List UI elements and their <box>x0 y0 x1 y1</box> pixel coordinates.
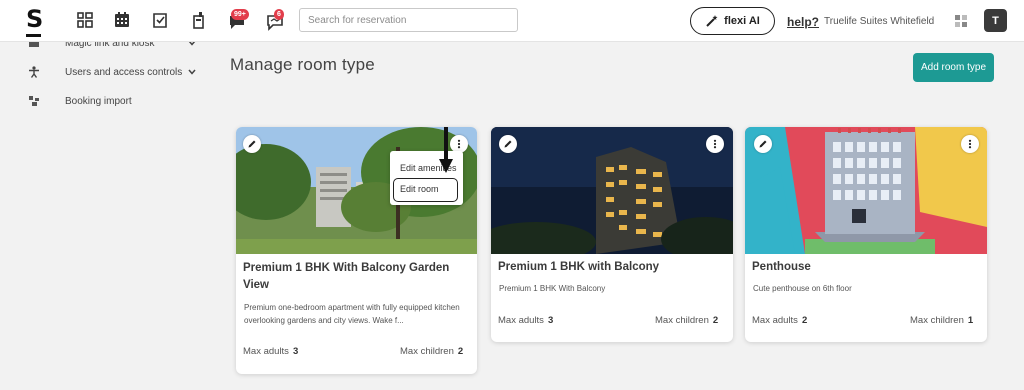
max-adults-label: Max adults <box>498 315 544 326</box>
sidebar-item-users[interactable]: Users and access controls <box>28 66 196 78</box>
max-adults-value: 3 <box>292 346 299 357</box>
user-avatar[interactable]: T <box>984 9 1007 32</box>
room-description: Premium one-bedroom apartment with fully… <box>244 303 460 325</box>
room-type-card[interactable]: Premium 1 BHK with Balcony Premium 1 BHK… <box>491 127 733 342</box>
more-options-button[interactable] <box>961 135 979 153</box>
menu-item-edit-room[interactable]: Edit room <box>393 178 458 202</box>
pencil-icon <box>759 140 767 148</box>
user-icon <box>28 66 40 78</box>
kebab-menu-icon <box>713 139 717 149</box>
pencil-icon <box>504 140 512 148</box>
import-icon <box>28 95 40 107</box>
sidebar: Magic link and kiosk Users and access co… <box>0 30 215 390</box>
flexi-ai-button[interactable]: flexi AI <box>690 7 775 35</box>
more-options-button[interactable] <box>706 135 724 153</box>
max-children-value: 2 <box>712 315 719 326</box>
max-children: Max children 2 <box>655 315 718 326</box>
max-adults: Max adults 3 <box>243 346 298 357</box>
chevron-down-icon[interactable] <box>188 68 196 76</box>
housekeeping-icon[interactable] <box>190 11 208 29</box>
sidebar-item-booking-import[interactable]: Booking import <box>28 95 132 107</box>
room-title: Premium 1 BHK with Balcony <box>498 261 660 273</box>
room-image <box>745 127 987 254</box>
kebab-menu-icon <box>968 139 972 149</box>
magic-wand-icon <box>706 15 718 27</box>
page-title: Manage room type <box>230 55 375 74</box>
max-adults: Max adults 2 <box>752 315 807 326</box>
max-children: Max children 1 <box>910 315 973 326</box>
edit-image-button[interactable] <box>754 135 772 153</box>
add-room-type-button[interactable]: Add room type <box>913 53 994 82</box>
room-title: Premium 1 BHK With Balcony Garden View <box>243 262 450 291</box>
calendar-icon[interactable] <box>113 11 131 29</box>
room-title: Penthouse <box>752 261 811 273</box>
max-adults-value: 2 <box>801 315 808 326</box>
room-type-card[interactable]: Penthouse Cute penthouse on 6th floor Ma… <box>745 127 987 342</box>
max-children-label: Max children <box>655 315 709 326</box>
sidebar-item-label: Booking import <box>65 95 132 107</box>
room-description: Premium 1 BHK With Balcony <box>499 284 606 293</box>
max-children-value: 2 <box>457 346 464 357</box>
room-description: Cute penthouse on 6th floor <box>753 284 852 293</box>
annotation-arrow-icon <box>439 127 453 173</box>
max-children: Max children 2 <box>400 346 463 357</box>
max-children-label: Max children <box>910 315 964 326</box>
dashboard-icon[interactable] <box>76 11 94 29</box>
top-bar: S 99+ 6 flexi AI help? Truelife Suites W… <box>0 0 1024 42</box>
room-image <box>491 127 733 254</box>
edit-image-button[interactable] <box>499 135 517 153</box>
apps-grid-icon[interactable] <box>954 14 968 28</box>
logo-underline <box>26 34 41 37</box>
search-input[interactable] <box>299 8 518 32</box>
task-check-icon[interactable] <box>151 11 169 29</box>
pencil-icon <box>248 140 256 148</box>
help-link[interactable]: help? <box>787 15 819 29</box>
kebab-menu-icon <box>457 139 461 149</box>
edit-image-button[interactable] <box>243 135 261 153</box>
max-children-value: 1 <box>967 315 974 326</box>
notifications-badge: 99+ <box>231 9 249 20</box>
max-children-label: Max children <box>400 346 454 357</box>
max-adults: Max adults 3 <box>498 315 553 326</box>
max-adults-label: Max adults <box>243 346 289 357</box>
app-logo[interactable]: S <box>26 6 43 32</box>
sidebar-item-label: Users and access controls <box>65 66 183 78</box>
property-name[interactable]: Truelife Suites Whitefield <box>824 16 934 27</box>
flexi-ai-label: flexi AI <box>724 15 760 27</box>
max-adults-label: Max adults <box>752 315 798 326</box>
messages-badge: 6 <box>274 9 284 20</box>
max-adults-value: 3 <box>547 315 554 326</box>
